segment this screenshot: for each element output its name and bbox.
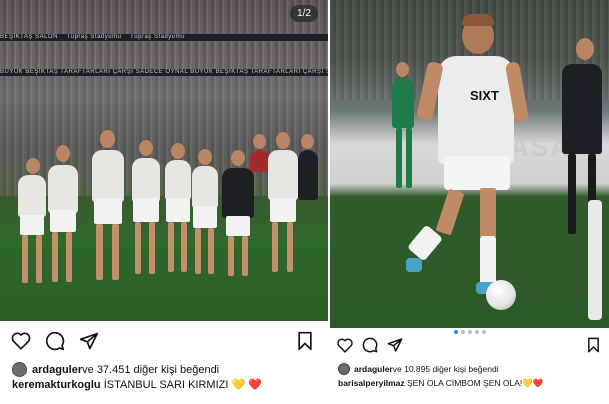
shirt-sponsor: SIXT [470,88,499,103]
caption-text: ŞEN OLA CİMBOM ŞEN OLA! [404,378,523,388]
background-player [392,78,414,128]
comment-icon[interactable] [44,330,66,352]
football [486,280,516,310]
caption-text: İSTANBUL SARI KIRMIZI [100,379,232,391]
stand-banner-lower: BÜYÜK BEŞİKTAŞ TARAFTARLARI ÇARŞI SADECE… [0,69,328,76]
avatar [12,362,27,377]
likes-summary[interactable]: ardaguler ve 10.895 diğer kişi beğendi [338,363,499,375]
red-heart-emoji: ❤️ [532,378,544,388]
carousel-dot [475,330,479,334]
carousel-dots [454,330,486,334]
carousel-dot [468,330,472,334]
share-icon[interactable] [386,336,404,354]
post-photo[interactable]: ASA SIXT [330,0,609,328]
liker-username[interactable]: ardaguler [32,364,82,376]
comment-icon[interactable] [361,336,379,354]
liker-username[interactable]: ardaguler [354,364,393,374]
post-photo[interactable]: BEŞİKTAŞ SALON Tüpraş Stadyumu Tüpraş St… [0,0,328,321]
carousel-dot-active [454,330,458,334]
red-heart-emoji: ❤️ [248,379,262,391]
likes-text: ve 10.895 diğer kişi beğendi [392,364,499,374]
partial-player [588,200,602,320]
share-icon[interactable] [78,330,100,352]
yellow-heart-emoji: 💛 [231,379,246,391]
post-caption: barisalperyilmaz ŞEN OLA CİMBOM ŞEN OLA!… [338,378,543,389]
post-caption: keremakturkoglu İSTANBUL SARI KIRMIZI 💛 … [12,378,262,391]
yellow-heart-emoji: 💛 [522,378,533,388]
likes-text: ve 37.451 diğer kişi beğendi [82,363,220,376]
caption-username[interactable]: keremakturkoglu [12,379,101,391]
photo-counter: 1/2 [290,5,318,22]
left-post: BEŞİKTAŞ SALON Tüpraş Stadyumu Tüpraş St… [0,0,328,404]
stands-crowd [0,41,328,69]
heart-icon[interactable] [336,336,354,354]
bookmark-icon[interactable] [294,330,316,352]
carousel-dot [482,330,486,334]
stands-crowd [0,0,328,34]
right-post: ASA SIXT ardaguler ve 10.895 diğer kişi … [330,0,609,404]
avatar [338,363,350,375]
stand-banner: BEŞİKTAŞ SALON Tüpraş Stadyumu Tüpraş St… [0,34,328,41]
heart-icon[interactable] [10,330,32,352]
opponent-player [562,64,602,154]
bookmark-icon[interactable] [584,336,602,354]
carousel-dot [461,330,465,334]
caption-username[interactable]: barisalperyilmaz [338,378,405,388]
likes-summary[interactable]: ardaguler ve 37.451 diğer kişi beğendi [12,362,219,377]
